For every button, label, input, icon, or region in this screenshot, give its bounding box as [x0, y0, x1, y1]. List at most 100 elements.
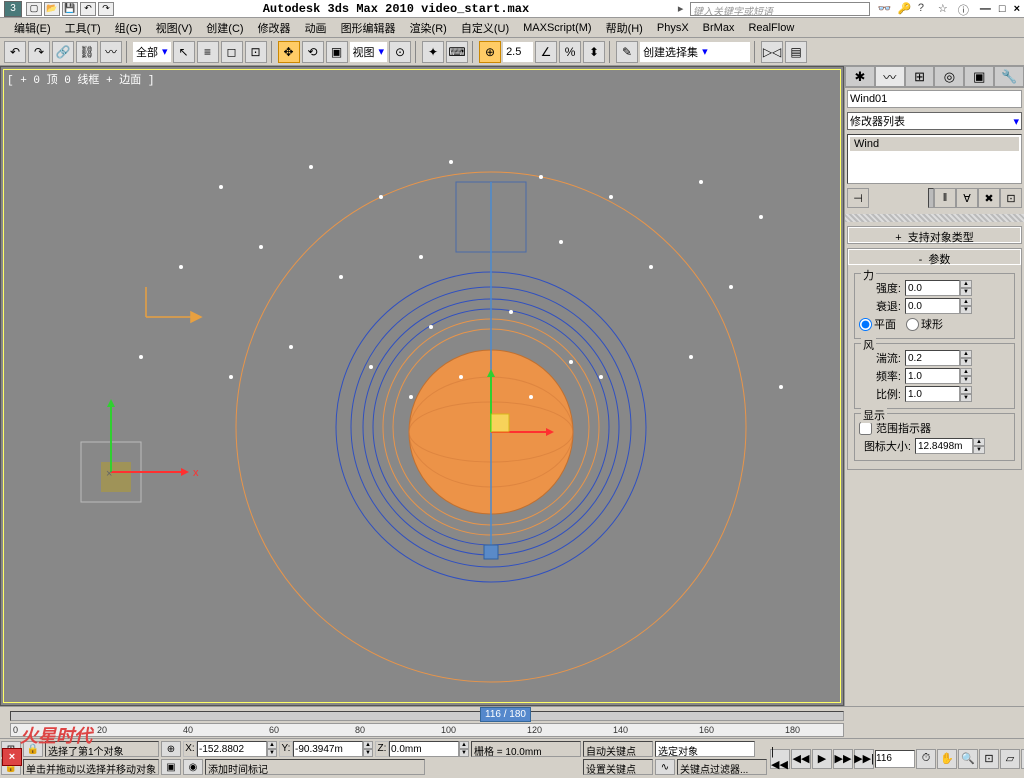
menu-brmax[interactable]: BrMax	[697, 20, 741, 36]
undo-dropdown-icon[interactable]: ↶	[80, 2, 96, 16]
redo-button[interactable]: ↷	[28, 41, 50, 63]
info-icon[interactable]: ⓘ	[958, 2, 972, 16]
align-button[interactable]: ▤	[785, 41, 807, 63]
nav-zoom-button[interactable]: 🔍	[958, 749, 978, 769]
menu-view[interactable]: 视图(V)	[150, 18, 199, 38]
search-toggle-icon[interactable]: ▸	[678, 2, 690, 16]
coord-z-input[interactable]	[389, 741, 459, 757]
menu-maxscript[interactable]: MAXScript(M)	[517, 20, 597, 36]
setkey-button[interactable]: 设置关键点	[583, 759, 653, 775]
spinner-snap-button[interactable]: ⬍	[583, 41, 605, 63]
tab-utilities[interactable]: 🔧	[994, 66, 1024, 87]
turbulence-input[interactable]	[905, 350, 960, 366]
rollout-parameters[interactable]: - 参数	[848, 249, 1021, 265]
play-button[interactable]: ▶	[812, 749, 832, 769]
star-icon[interactable]: ☆	[938, 2, 952, 16]
tab-display[interactable]: ▣	[964, 66, 994, 87]
timeline[interactable]: 116 / 180 0 20 40 60 80 100 120 140 160 …	[0, 706, 1024, 738]
pivot-center-button[interactable]: ⊙	[389, 41, 411, 63]
pin-stack-button[interactable]: ⊣	[847, 188, 869, 208]
time-indicator[interactable]: 116 / 180	[480, 707, 531, 722]
isolate-button[interactable]: ▣	[161, 759, 181, 775]
time-config-button[interactable]: ⏱	[916, 749, 936, 769]
key-filter-combo[interactable]: 选定对象	[655, 741, 755, 757]
open-file-icon[interactable]: 📂	[44, 2, 60, 16]
close-button[interactable]: ×	[1014, 3, 1020, 15]
undo-button[interactable]: ↶	[4, 41, 26, 63]
menu-physx[interactable]: PhysX	[651, 20, 695, 36]
modifier-stack[interactable]: Wind	[847, 134, 1022, 184]
lock-selection-button[interactable]: 🔒	[23, 741, 43, 757]
snap-toggle-button[interactable]: ⊕	[479, 41, 501, 63]
binoculars-icon[interactable]: 👓	[878, 2, 892, 16]
select-region-rect-button[interactable]: ◻	[221, 41, 243, 63]
menu-animation[interactable]: 动画	[299, 18, 333, 38]
menu-rendering[interactable]: 渲染(R)	[404, 18, 453, 38]
time-tag[interactable]: 添加时间标记	[205, 759, 425, 775]
menu-tools[interactable]: 工具(T)	[59, 18, 107, 38]
strength-up[interactable]: ▲	[960, 280, 972, 288]
menu-grapheditors[interactable]: 图形编辑器	[335, 18, 402, 38]
help-search-input[interactable]: 键入关键字或短语	[690, 2, 870, 16]
key-icon[interactable]: 🔑	[898, 2, 912, 16]
menu-group[interactable]: 组(G)	[109, 18, 148, 38]
decay-down[interactable]: ▼	[960, 306, 972, 314]
window-crossing-button[interactable]: ⊡	[245, 41, 267, 63]
viewport-top[interactable]: [ + 0 顶 0 线框 + 边面 ]	[0, 66, 844, 706]
tab-create[interactable]: ✱	[845, 66, 875, 87]
save-file-icon[interactable]: 💾	[62, 2, 78, 16]
maximize-button[interactable]: □	[999, 3, 1006, 15]
coord-y-input[interactable]	[293, 741, 363, 757]
strength-input[interactable]	[905, 280, 960, 296]
minimize-button[interactable]: —	[980, 3, 991, 15]
named-selection-combo[interactable]: 创建选择集▾	[640, 42, 750, 62]
decay-up[interactable]: ▲	[960, 298, 972, 306]
percent-snap-button[interactable]: %	[559, 41, 581, 63]
select-by-name-button[interactable]: ≡	[197, 41, 219, 63]
stack-item-wind[interactable]: Wind	[850, 137, 1019, 151]
help-icon[interactable]: ?	[918, 2, 932, 16]
strength-down[interactable]: ▼	[960, 288, 972, 296]
tab-modify[interactable]: 〰	[875, 66, 905, 87]
keyboard-shortcut-button[interactable]: ⌨	[446, 41, 468, 63]
select-scale-button[interactable]: ▣	[326, 41, 348, 63]
nav-zoomext-button[interactable]: ⊡	[979, 749, 999, 769]
menu-realflow[interactable]: RealFlow	[742, 20, 800, 36]
edit-named-sel-button[interactable]: ✎	[616, 41, 638, 63]
time-slider-track[interactable]	[10, 711, 844, 721]
select-rotate-button[interactable]: ⟲	[302, 41, 324, 63]
manipulate-button[interactable]: ✦	[422, 41, 444, 63]
remove-modifier-button[interactable]: ✖	[978, 188, 1000, 208]
icon-size-input[interactable]	[915, 438, 973, 454]
next-frame-button[interactable]: ▶▶	[833, 749, 853, 769]
object-name-input[interactable]	[847, 90, 1022, 108]
range-indicator-check[interactable]	[859, 422, 872, 435]
angle-snap-spinner[interactable]: 2.5	[503, 42, 533, 62]
autokey-button[interactable]: 自动关键点	[583, 741, 653, 757]
selection-filter-combo[interactable]: 全部▾	[133, 42, 171, 62]
abs-rel-toggle[interactable]: ⊕	[161, 741, 181, 757]
modifier-list-combo[interactable]: 修改器列表▾	[847, 112, 1022, 130]
ref-coord-combo[interactable]: 视图▾	[350, 42, 388, 62]
goto-start-button[interactable]: |◀◀	[770, 749, 790, 769]
scale-input[interactable]	[905, 386, 960, 402]
nav-fov-button[interactable]: ▱	[1000, 749, 1020, 769]
tab-motion[interactable]: ◎	[934, 66, 964, 87]
key-filters-button[interactable]: 关键点过滤器...	[677, 759, 767, 775]
show-end-result-button[interactable]: ‖	[934, 188, 956, 208]
nav-pan-button[interactable]: ✋	[937, 749, 957, 769]
unlink-button[interactable]: ⛓	[76, 41, 98, 63]
bind-spacewarp-button[interactable]: 〰	[100, 41, 122, 63]
menu-edit[interactable]: 编辑(E)	[8, 18, 57, 38]
angle-snap-button[interactable]: ∠	[535, 41, 557, 63]
configure-sets-button[interactable]: ⊡	[1000, 188, 1022, 208]
link-button[interactable]: 🔗	[52, 41, 74, 63]
menu-customize[interactable]: 自定义(U)	[455, 18, 515, 38]
menu-modifiers[interactable]: 修改器	[252, 18, 297, 38]
mirror-button[interactable]: ▷◁	[761, 41, 783, 63]
radio-spherical[interactable]: 球形	[906, 316, 943, 332]
redo-dropdown-icon[interactable]: ↷	[98, 2, 114, 16]
tab-hierarchy[interactable]: ⊞	[905, 66, 935, 87]
menu-help[interactable]: 帮助(H)	[600, 18, 649, 38]
comm-center-button[interactable]: ◉	[183, 759, 203, 775]
